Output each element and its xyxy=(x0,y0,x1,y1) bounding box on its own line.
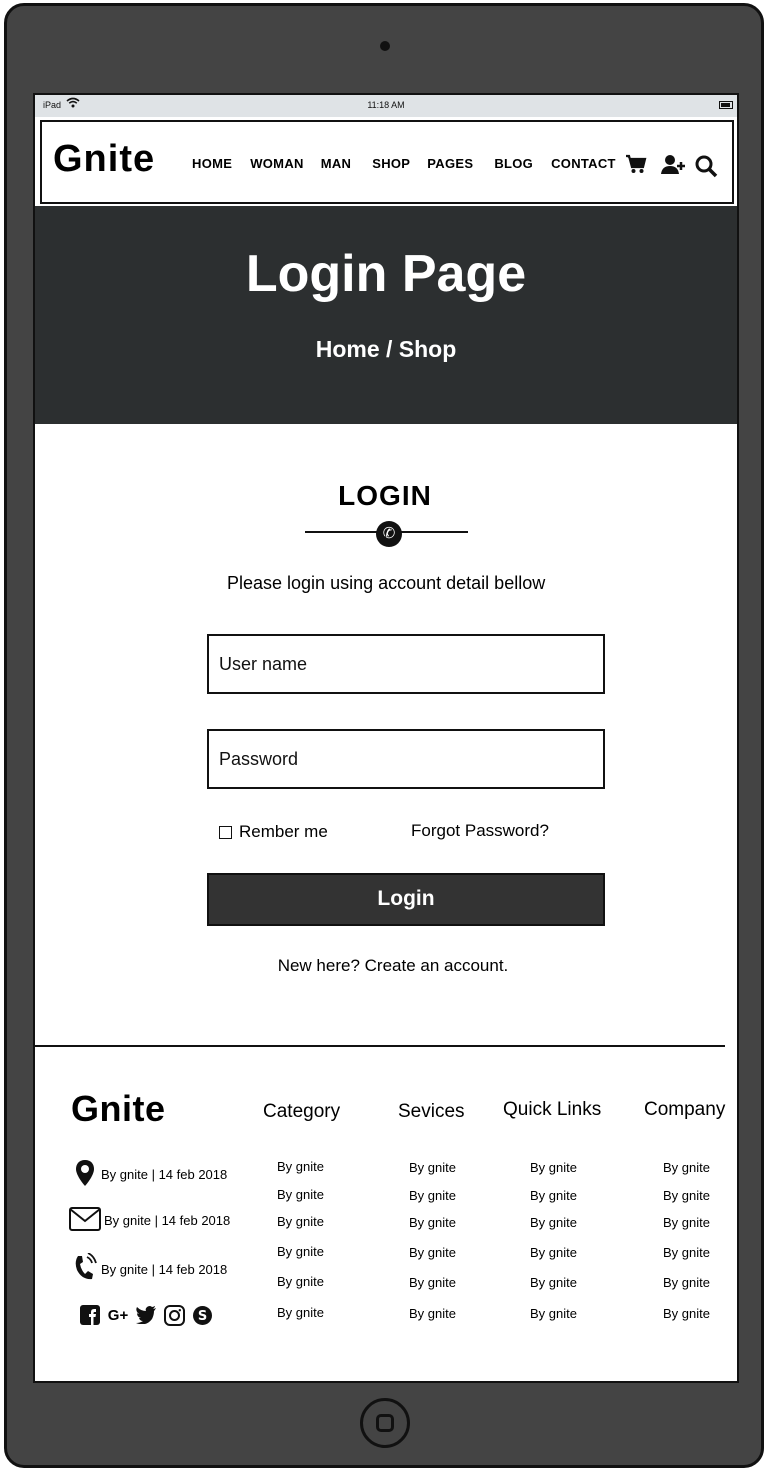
breadcrumb: Home / Shop xyxy=(35,336,737,363)
screen: iPad 11:18 AM Gnite HOME WOMAN MAN SHOP … xyxy=(33,93,739,1383)
search-icon[interactable] xyxy=(694,154,718,178)
status-time: 11:18 AM xyxy=(367,100,405,110)
footer-quick-links-title: Quick Links xyxy=(503,1099,602,1120)
breadcrumb-separator: / xyxy=(386,336,393,362)
footer-company-link[interactable]: By gnite xyxy=(663,1215,710,1230)
password-input[interactable] xyxy=(207,729,605,789)
footer-services-link[interactable]: By gnite xyxy=(409,1275,456,1290)
footer-company-link[interactable]: By gnite xyxy=(663,1245,710,1260)
nav-home[interactable]: HOME xyxy=(192,156,232,171)
remember-me-checkbox[interactable]: Rember me xyxy=(219,822,328,842)
svg-text:S: S xyxy=(197,1309,206,1324)
google-plus-icon[interactable]: G+ xyxy=(107,1304,129,1326)
home-hardware-button[interactable] xyxy=(360,1398,410,1448)
footer-quick-links-link[interactable]: By gnite xyxy=(530,1275,577,1290)
facebook-icon[interactable] xyxy=(79,1304,101,1326)
envelope-icon xyxy=(69,1207,101,1234)
footer-quick-links-link[interactable]: By gnite xyxy=(530,1160,577,1175)
footer-services-link[interactable]: By gnite xyxy=(409,1160,456,1175)
instagram-icon[interactable] xyxy=(163,1304,185,1326)
breadcrumb-home[interactable]: Home xyxy=(316,336,380,362)
skype-icon[interactable]: S xyxy=(191,1304,213,1326)
footer-category-link[interactable]: By gnite xyxy=(277,1159,324,1174)
footer-company-link[interactable]: By gnite xyxy=(663,1160,710,1175)
footer-company-title: Company xyxy=(644,1099,726,1120)
phone-divider-icon: ✆ xyxy=(376,521,402,547)
site-logo[interactable]: Gnite xyxy=(53,138,155,181)
nav-pages[interactable]: PAGES xyxy=(427,156,473,171)
footer-category-link[interactable]: By gnite xyxy=(277,1305,324,1320)
footer-company-link[interactable]: By gnite xyxy=(663,1275,710,1290)
footer-company-link[interactable]: By gnite xyxy=(663,1306,710,1321)
footer-services-link[interactable]: By gnite xyxy=(409,1306,456,1321)
nav-woman[interactable]: WOMAN xyxy=(250,156,304,171)
phone-icon xyxy=(69,1252,101,1286)
breadcrumb-current[interactable]: Shop xyxy=(399,336,457,362)
forgot-password-link[interactable]: Forgot Password? xyxy=(411,821,549,841)
footer-category-link[interactable]: By gnite xyxy=(277,1214,324,1229)
username-input[interactable] xyxy=(207,634,605,694)
footer-quick-links-link[interactable]: By gnite xyxy=(530,1306,577,1321)
remember-me-label: Rember me xyxy=(239,822,328,841)
map-pin-icon xyxy=(69,1159,101,1190)
footer-services-link[interactable]: By gnite xyxy=(409,1245,456,1260)
footer-category-link[interactable]: By gnite xyxy=(277,1244,324,1259)
footer-category-link[interactable]: By gnite xyxy=(277,1274,324,1289)
footer-services-link[interactable]: By gnite xyxy=(409,1188,456,1203)
footer-quick-links-link[interactable]: By gnite xyxy=(530,1245,577,1260)
twitter-icon[interactable] xyxy=(135,1304,157,1326)
nav-blog[interactable]: BLOG xyxy=(494,156,533,171)
create-account-link[interactable]: New here? Create an account. xyxy=(278,956,509,975)
nav-shop[interactable]: SHOP xyxy=(372,156,410,171)
footer-email: By gnite | 14 feb 2018 xyxy=(69,1207,230,1234)
battery-icon xyxy=(719,101,733,109)
login-instructions: Please login using account detail bellow xyxy=(227,573,546,593)
checkbox-box[interactable] xyxy=(219,825,232,839)
footer-address-text: By gnite | 14 feb 2018 xyxy=(101,1167,228,1182)
login-heading: LOGIN xyxy=(338,480,432,511)
create-account-text: New here? Create an account. xyxy=(35,956,737,976)
tablet-frame: iPad 11:18 AM Gnite HOME WOMAN MAN SHOP … xyxy=(4,3,764,1468)
nav-menu: HOME WOMAN MAN SHOP PAGES BLOG CONTACT xyxy=(192,156,634,171)
footer-category-title: Category xyxy=(263,1101,341,1122)
heading-divider-left xyxy=(305,531,380,533)
nav-man[interactable]: MAN xyxy=(321,156,352,171)
cart-icon[interactable] xyxy=(625,154,647,176)
add-user-icon[interactable] xyxy=(661,154,685,176)
page-hero: Login Page Home / Shop xyxy=(35,206,737,424)
footer-quick-links-link[interactable]: By gnite xyxy=(530,1188,577,1203)
status-bar: iPad 11:18 AM xyxy=(35,95,737,117)
social-links: G+ S xyxy=(79,1304,213,1326)
footer-phone-text: By gnite | 14 feb 2018 xyxy=(101,1262,228,1277)
footer-quick-links-link[interactable]: By gnite xyxy=(530,1215,577,1230)
footer-divider xyxy=(35,1045,725,1047)
footer-company-link[interactable]: By gnite xyxy=(663,1188,710,1203)
login-button[interactable]: Login xyxy=(207,873,605,926)
footer-address: By gnite | 14 feb 2018 xyxy=(69,1159,227,1190)
footer-category-link[interactable]: By gnite xyxy=(277,1187,324,1202)
footer-services-link[interactable]: By gnite xyxy=(409,1215,456,1230)
page-title: Login Page xyxy=(245,245,527,303)
heading-divider-right xyxy=(398,531,468,533)
footer-email-text: By gnite | 14 feb 2018 xyxy=(104,1213,231,1228)
footer-logo[interactable]: Gnite xyxy=(71,1088,166,1130)
camera xyxy=(380,41,390,51)
nav-contact[interactable]: CONTACT xyxy=(551,156,616,171)
footer-services-title: Sevices xyxy=(398,1101,465,1122)
navbar: Gnite HOME WOMAN MAN SHOP PAGES BLOG CON… xyxy=(40,120,734,204)
footer-phone: By gnite | 14 feb 2018 xyxy=(69,1252,228,1286)
